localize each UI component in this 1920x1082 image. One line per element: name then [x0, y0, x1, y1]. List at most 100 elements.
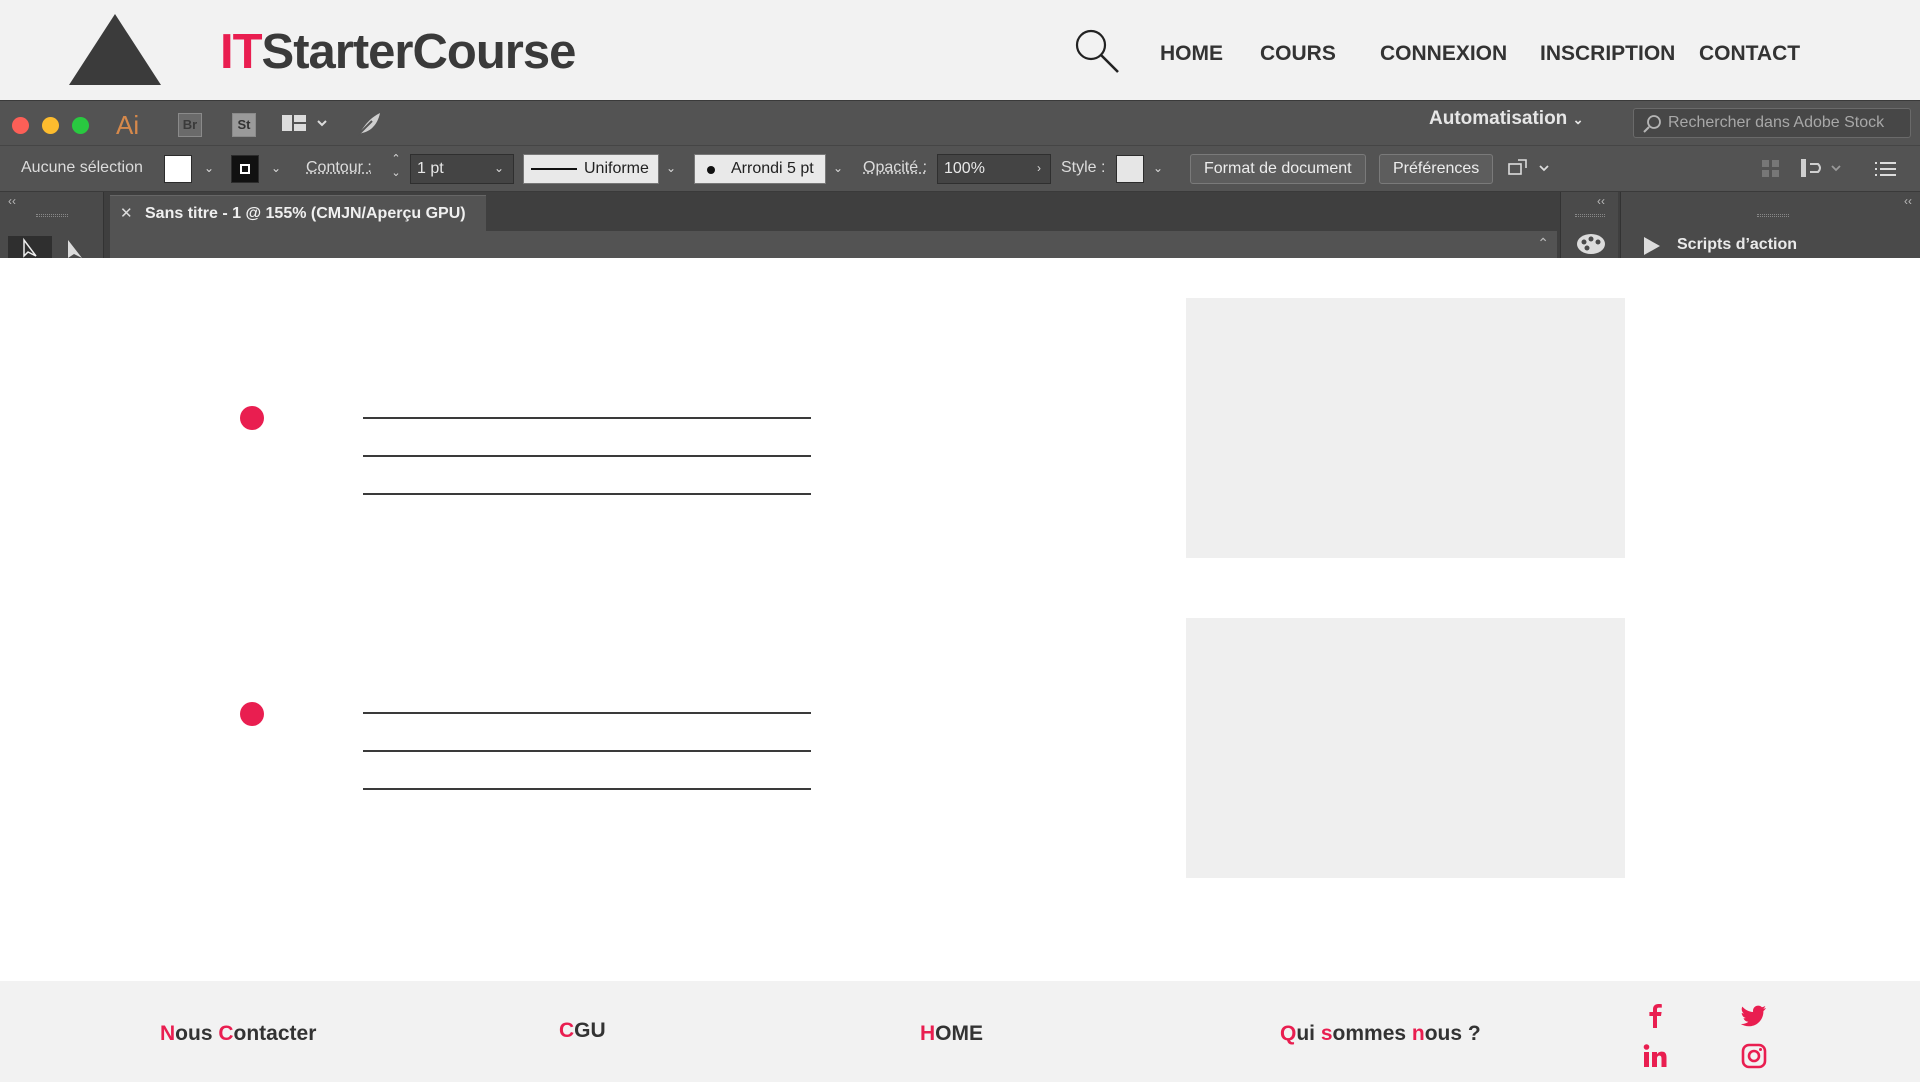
chevron-down-icon: ⌄: [1572, 112, 1584, 127]
stroke-profile-value: Uniforme: [584, 160, 649, 177]
panel-grip-icon[interactable]: [1757, 214, 1789, 217]
twitter-icon[interactable]: [1739, 1000, 1769, 1030]
tools-panel: ‹‹: [0, 192, 104, 258]
stroke-swatch-inner: [240, 164, 250, 174]
footer-link-part: ous ?: [1424, 1022, 1481, 1045]
footer-link-part: ontacter: [233, 1022, 317, 1045]
fill-swatch[interactable]: [164, 155, 192, 183]
stroke-label[interactable]: Contour :: [306, 159, 372, 177]
isolate-icon[interactable]: [1506, 156, 1554, 182]
brand-rest: StarterCourse: [261, 25, 577, 79]
footer-link-part: ommes: [1332, 1022, 1412, 1045]
logo-triangle[interactable]: [69, 14, 161, 85]
text-line-placeholder: [363, 788, 811, 790]
brush-field[interactable]: Arrondi 5 pt: [694, 154, 826, 184]
bullet-dot: [240, 406, 264, 430]
stroke-swatch[interactable]: [231, 155, 259, 183]
footer-link-contact[interactable]: Nous Contacter: [160, 1022, 316, 1046]
nav-home[interactable]: HOME: [1160, 42, 1223, 66]
collapse-right-icon[interactable]: ‹‹: [1904, 194, 1912, 208]
nav-contact[interactable]: CONTACT: [1699, 42, 1800, 66]
opacity-label[interactable]: Opacité :: [863, 159, 927, 177]
bridge-button[interactable]: Br: [178, 113, 202, 137]
canvas-area[interactable]: ⌃: [110, 231, 1557, 258]
workspace-switcher[interactable]: Automatisation ⌄: [1429, 108, 1583, 130]
style-label: Style :: [1061, 159, 1106, 176]
color-palette-icon[interactable]: [1575, 230, 1607, 256]
direct-selection-icon[interactable]: [62, 238, 92, 258]
illustrator-control-bar: Aucune sélection ⌄ ⌄ Contour : ⌃ ⌄ 1 pt ⌄…: [0, 145, 1920, 192]
illustrator-app-bar: Ai Br St Automatisation ⌄: [0, 100, 1920, 145]
page: ITStarterCourse HOME COURS CONNEXION INS…: [0, 0, 1920, 1082]
footer-link-part: OME: [935, 1022, 984, 1045]
brand-accent: IT: [220, 25, 263, 79]
opacity-arrow-icon[interactable]: ›: [1029, 158, 1049, 178]
minimize-window-button[interactable]: [42, 117, 59, 134]
footer-link-part: ui: [1296, 1022, 1321, 1045]
stroke-weight-chevron-icon[interactable]: ⌄: [489, 158, 509, 178]
preferences-button[interactable]: Préférences: [1379, 154, 1494, 184]
panel-menu-icon[interactable]: [1874, 158, 1898, 180]
arrange-documents-icon[interactable]: [280, 113, 330, 135]
instagram-icon[interactable]: [1739, 1041, 1769, 1071]
footer-link-about[interactable]: Qui sommes nous ?: [1280, 1022, 1481, 1046]
bullet-dot: [240, 702, 264, 726]
selection-tool-button[interactable]: [8, 236, 52, 258]
scroll-up-chevron-icon[interactable]: ⌃: [1537, 235, 1549, 252]
nav-cours[interactable]: COURS: [1260, 42, 1336, 66]
text-line-placeholder: [363, 750, 811, 752]
document-tab[interactable]: ✕ Sans titre - 1 @ 155% (CMJN/Aperçu GPU…: [110, 195, 486, 231]
panel-icon-column: ‹‹: [1560, 192, 1618, 258]
search-icon: [1643, 115, 1661, 133]
image-placeholder: [1186, 618, 1625, 878]
footer-link-part: n: [1411, 1022, 1425, 1045]
style-swatch[interactable]: [1116, 155, 1144, 183]
footer-link-cgu[interactable]: CGU: [559, 1019, 606, 1043]
stroke-profile-chevron-icon[interactable]: ⌄: [661, 158, 681, 178]
panel-grip-icon[interactable]: [1575, 214, 1605, 217]
nav-inscription[interactable]: INSCRIPTION: [1540, 42, 1675, 66]
text-line-placeholder: [363, 455, 811, 457]
footer-link-part: GU: [574, 1019, 606, 1042]
stock-button[interactable]: St: [232, 113, 256, 137]
footer-link-part: C: [559, 1019, 575, 1042]
facebook-icon[interactable]: [1640, 1000, 1670, 1030]
footer-link-part: N: [160, 1022, 176, 1045]
stock-search-input[interactable]: [1668, 112, 1904, 134]
transform-icon[interactable]: [1798, 156, 1846, 182]
feather-icon[interactable]: [354, 109, 384, 139]
close-window-button[interactable]: [12, 117, 29, 134]
footer-link-home[interactable]: HOME: [920, 1022, 983, 1046]
collapse-panels-icon[interactable]: ‹‹: [1597, 194, 1605, 208]
site-header: ITStarterCourse HOME COURS CONNEXION INS…: [0, 0, 1920, 100]
document-tab-title: Sans titre - 1 @ 155% (CMJN/Aperçu GPU): [145, 205, 466, 222]
collapse-left-icon[interactable]: ‹‹: [8, 194, 16, 208]
fill-dropdown-chevron-icon[interactable]: ⌄: [199, 158, 219, 178]
style-chevron-icon[interactable]: ⌄: [1148, 158, 1168, 178]
actions-panel: ‹‹ Scripts d’action: [1620, 192, 1920, 258]
actions-panel-title[interactable]: Scripts d’action: [1677, 236, 1797, 254]
nav-connexion[interactable]: CONNEXION: [1380, 42, 1507, 66]
panel-grip-icon[interactable]: [36, 214, 68, 217]
play-icon[interactable]: [1641, 236, 1663, 256]
illustrator-logo: Ai: [116, 110, 140, 140]
align-grid-icon[interactable]: [1760, 158, 1784, 180]
stock-search-box: [1633, 108, 1911, 138]
selection-status: Aucune sélection: [21, 159, 143, 176]
close-tab-icon[interactable]: ✕: [120, 204, 133, 222]
document-setup-button[interactable]: Format de document: [1190, 154, 1366, 184]
search-icon[interactable]: [1074, 28, 1120, 74]
brush-value: Arrondi 5 pt: [731, 160, 814, 177]
stroke-weight-stepper-icon[interactable]: ⌃ ⌄: [386, 152, 406, 179]
maximize-window-button[interactable]: [72, 117, 89, 134]
linkedin-icon[interactable]: [1640, 1041, 1670, 1071]
brush-dot-icon: [707, 166, 715, 174]
illustrator-workspace: ‹‹ ✕ Sans titre - 1 @ 155% (CMJN/Aperçu …: [0, 192, 1920, 258]
brush-chevron-icon[interactable]: ⌄: [828, 158, 848, 178]
brand-logo-text[interactable]: ITStarterCourse: [220, 24, 577, 80]
footer-link-part: s: [1320, 1022, 1333, 1045]
footer-link-part: Q: [1280, 1022, 1297, 1045]
image-placeholder: [1186, 298, 1625, 558]
stroke-dropdown-chevron-icon[interactable]: ⌄: [266, 158, 286, 178]
stroke-profile-field[interactable]: Uniforme: [523, 154, 659, 184]
